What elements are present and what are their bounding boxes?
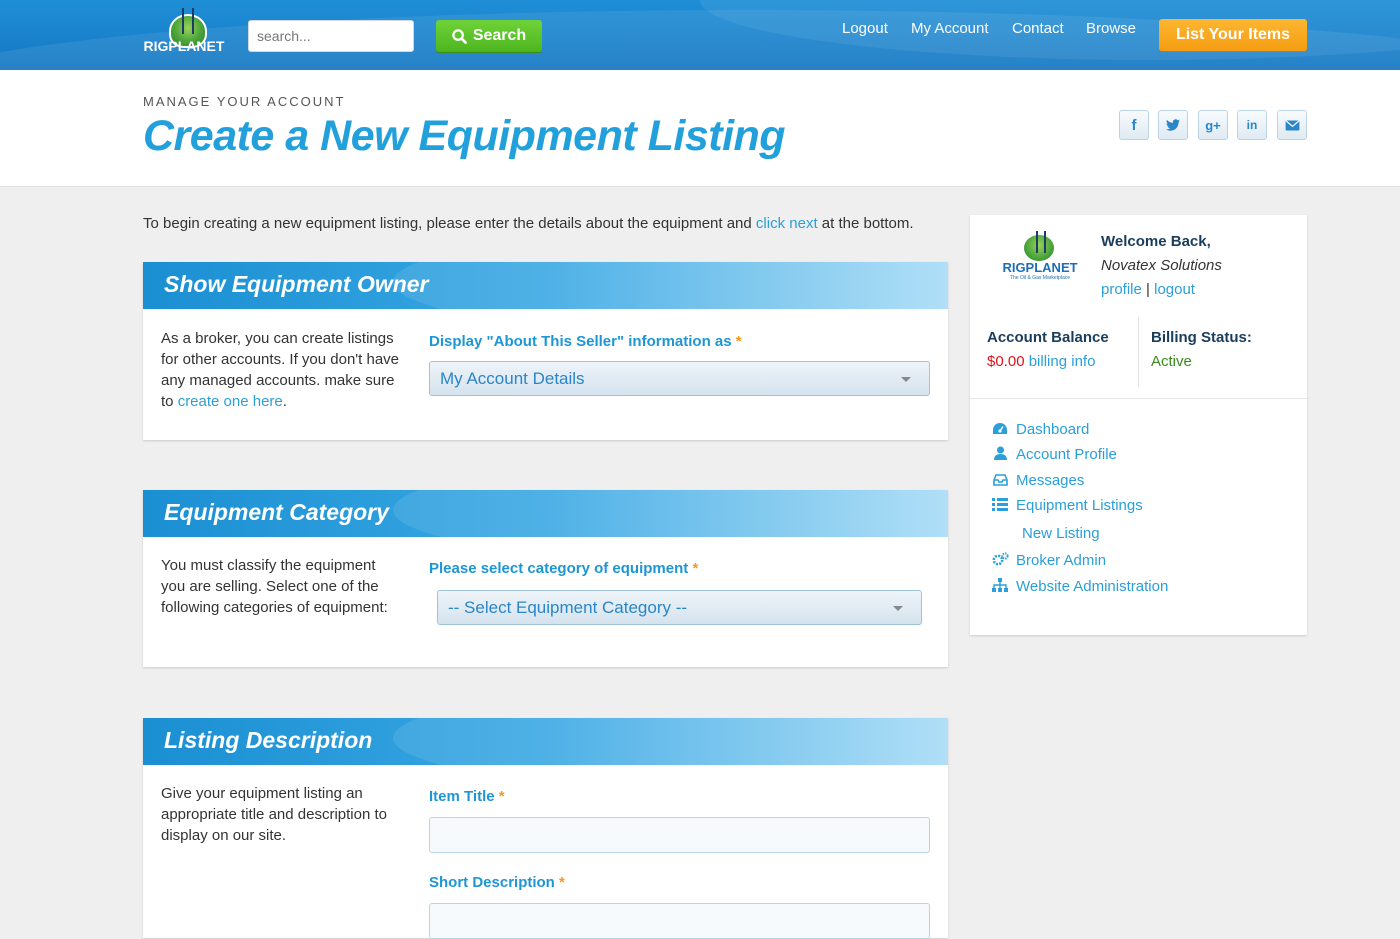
billing-status-value: Active [1151,353,1192,370]
sidebar-item-label: Equipment Listings [1016,497,1143,514]
item-title-input[interactable] [429,817,930,853]
chevron-down-icon [901,377,911,382]
required-marker: * [735,333,742,350]
panel-equipment-owner: Show Equipment Owner As a broker, you ca… [143,262,948,440]
sidebar-item-website-administration[interactable]: Website Administration [992,578,1168,595]
list-icon [992,497,1008,514]
sidebar-item-label: Messages [1016,472,1085,489]
site-logo[interactable]: RIGPLANET [143,8,225,56]
seller-info-label: Display "About This Seller" information … [429,333,742,350]
search-icon [452,28,467,44]
billing-info-link[interactable]: billing info [1029,353,1096,370]
seller-info-select[interactable]: My Account Details [429,361,930,396]
search-button-label: Search [472,27,527,44]
short-description-label-text: Short Description [429,874,555,891]
logo-text: RIGPLANET [143,38,225,54]
seller-info-selected: My Account Details [440,369,585,388]
dashboard-icon [992,422,1008,438]
panel-header: Equipment Category [143,490,948,537]
logout-link[interactable]: logout [1154,281,1195,298]
panel-title: Equipment Category [164,499,389,525]
sidebar-item-label: New Listing [1022,525,1100,542]
sidebar-item-account-profile[interactable]: Account Profile [992,446,1117,463]
panel-title: Listing Description [164,727,373,753]
category-select[interactable]: -- Select Equipment Category -- [437,590,922,625]
account-links: profile | logout [1101,281,1195,298]
chevron-down-icon [893,606,903,611]
twitter-icon[interactable] [1158,110,1188,140]
page-kicker: MANAGE YOUR ACCOUNT [143,94,346,109]
user-icon [992,446,1008,463]
email-icon[interactable] [1277,110,1307,140]
cogs-icon [992,552,1009,569]
facebook-icon[interactable]: f [1119,110,1149,140]
billing-status-label: Billing Status: [1151,329,1252,346]
nav-my-account[interactable]: My Account [911,20,989,42]
google-plus-icon[interactable]: g+ [1198,110,1228,140]
panel-header: Listing Description [143,718,948,765]
sidebar-item-broker-admin[interactable]: Broker Admin [992,552,1106,569]
panel-description: Give your equipment listing an appropria… [161,785,387,844]
search-input[interactable] [248,20,414,52]
short-description-label: Short Description * [429,874,565,891]
panel-description: As a broker, you can create listings for… [161,328,401,412]
required-marker: * [692,560,699,577]
sidebar-item-label: Dashboard [1016,421,1090,438]
rig-tower-icon [182,8,194,34]
panel-header: Show Equipment Owner [143,262,948,309]
sitemap-icon [992,578,1008,595]
company-logo: RIGPLANET The Oil & Gas Marketplace [1002,231,1078,283]
item-title-label-text: Item Title [429,788,495,805]
panel-equipment-category: Equipment Category You must classify the… [143,490,948,667]
seller-info-label-text: Display "About This Seller" information … [429,333,732,350]
account-sidebar: RIGPLANET The Oil & Gas Marketplace Welc… [970,215,1307,635]
panel-description: You must classify the equipment you are … [161,557,388,616]
sidebar-item-new-listing[interactable]: New Listing [1022,525,1100,542]
sidebar-item-label: Website Administration [1016,578,1169,595]
rig-tower-icon [1036,231,1046,253]
divider [970,398,1307,399]
sidebar-item-label: Account Profile [1016,446,1117,463]
profile-link[interactable]: profile [1101,281,1142,298]
page-title: Create a New Equipment Listing [143,112,786,160]
linkedin-icon[interactable]: in [1237,110,1267,140]
company-logo-tagline: The Oil & Gas Marketplace [1009,275,1071,281]
account-balance-label: Account Balance [987,329,1109,346]
divider [1138,317,1139,387]
intro-text-end: at the bottom. [817,215,914,232]
panel-title: Show Equipment Owner [164,271,429,297]
nav-browse[interactable]: Browse [1086,20,1136,42]
intro-text: To begin creating a new equipment listin… [143,215,914,232]
inbox-icon [992,473,1008,489]
intro-text-start: To begin creating a new equipment listin… [143,215,756,232]
sidebar-item-label: Broker Admin [1016,552,1107,569]
sidebar-item-equipment-listings[interactable]: Equipment Listings [992,497,1143,514]
create-account-link[interactable]: create one here [178,393,283,410]
list-your-items-button[interactable]: List Your Items [1159,19,1307,51]
link-separator: | [1146,281,1150,298]
short-description-input[interactable] [429,903,930,939]
company-logo-text: RIGPLANET [1002,260,1078,275]
balance-amount: $0.00 [987,353,1025,370]
welcome-heading: Welcome Back, [1101,233,1211,250]
owner-desc-end: . [282,393,287,410]
required-marker: * [498,788,505,805]
sidebar-item-messages[interactable]: Messages [992,472,1084,489]
sidebar-item-dashboard[interactable]: Dashboard [992,421,1089,438]
nav-contact[interactable]: Contact [1012,20,1064,42]
panel-listing-description: Listing Description Give your equipment … [143,718,948,939]
company-name: Novatex Solutions [1101,257,1222,274]
click-next-link[interactable]: click next [756,215,818,232]
required-marker: * [559,874,565,891]
category-selected: -- Select Equipment Category -- [448,598,688,617]
search-button[interactable]: Search [436,20,542,52]
account-balance: $0.00 billing info [987,353,1095,370]
category-label: Please select category of equipment * [429,560,698,577]
item-title-label: Item Title * [429,788,505,805]
category-label-text: Please select category of equipment [429,560,689,577]
nav-logout[interactable]: Logout [842,20,888,42]
